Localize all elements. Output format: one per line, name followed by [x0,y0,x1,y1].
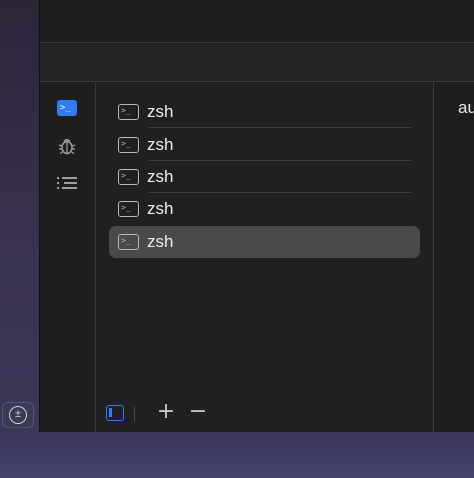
session-panel-footer: + − [96,398,434,432]
add-session-button[interactable]: + [155,401,177,423]
terminal-navigator-button[interactable]: >_ [56,98,78,118]
session-item[interactable]: >_ zsh [109,161,420,193]
terminal-icon: >_ [57,100,77,116]
session-label: zsh [147,167,174,186]
session-label: zsh [147,135,174,154]
detail-text: au [458,98,474,117]
list-icon [57,176,77,190]
window-toolbar [40,0,474,43]
sidebar-toggle-icon[interactable] [106,405,124,421]
desktop-background [0,432,474,478]
debug-navigator-button[interactable] [56,136,78,156]
terminal-session-icon: >_ [118,169,139,185]
session-item[interactable]: >_ zsh [109,193,420,225]
tab-bar [40,43,474,82]
footer-divider [134,407,135,421]
terminal-session-icon: >_ [118,104,139,120]
detail-pane: au [434,82,474,432]
ide-window: >_ >_ zsh >_ zsh >_ zsh >_ zsh >_ zsh + … [40,0,474,432]
session-label: zsh [147,102,174,121]
terminal-session-icon: >_ [118,234,139,250]
session-item-selected[interactable]: >_ zsh [109,226,420,258]
session-item[interactable]: >_ zsh [109,129,420,161]
terminal-session-icon: >_ [118,201,139,217]
row-divider [148,127,412,128]
outline-navigator-button[interactable] [56,173,78,193]
session-item[interactable]: >_ zsh [109,96,420,128]
session-list-panel: >_ zsh >_ zsh >_ zsh >_ zsh >_ zsh + − [96,82,434,432]
bug-icon [58,139,76,155]
background-window: ± [0,0,40,432]
terminal-session-icon: >_ [118,137,139,153]
background-plus-minus-button[interactable]: ± [2,402,34,428]
session-label: zsh [147,199,174,218]
navigator-rail: >_ [40,82,96,432]
remove-session-button[interactable]: − [187,401,209,423]
session-label: zsh [147,232,174,251]
plus-minus-icon: ± [9,406,27,424]
